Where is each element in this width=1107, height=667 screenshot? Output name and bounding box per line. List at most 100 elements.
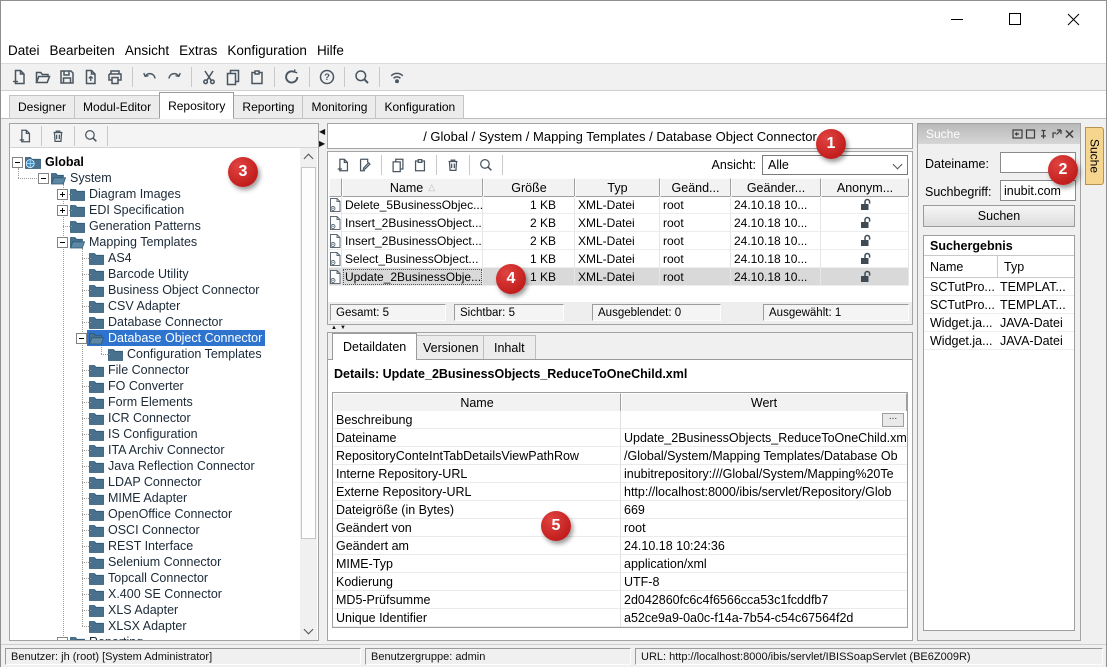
tree-item-icr-connector[interactable]: ICR Connector bbox=[10, 410, 300, 426]
scroll-down-button[interactable] bbox=[300, 623, 317, 640]
tree-item-database-connector[interactable]: Database Connector bbox=[10, 314, 300, 330]
files-edit-button[interactable] bbox=[354, 155, 376, 175]
file-row-selected[interactable]: Update_2BusinessObje... 1 KB XML-Datei r… bbox=[329, 268, 909, 286]
menu-hilfe[interactable]: Hilfe bbox=[312, 43, 349, 58]
files-paste-button[interactable] bbox=[409, 155, 431, 175]
collapse-up-icon[interactable]: ▲ bbox=[331, 325, 337, 331]
new-file-button[interactable] bbox=[7, 66, 31, 88]
details-row[interactable]: Geändert am 24.10.18 10:24:36 bbox=[333, 537, 907, 555]
side-tab-suche[interactable]: Suche bbox=[1085, 127, 1104, 185]
pin-button[interactable] bbox=[1037, 128, 1050, 140]
tab-inhalt[interactable]: Inhalt bbox=[483, 335, 536, 359]
tab-modul-editor[interactable]: Modul-Editor bbox=[74, 95, 160, 119]
menu-ansicht[interactable]: Ansicht bbox=[120, 43, 174, 58]
tree-item-openoffice-connector[interactable]: OpenOffice Connector bbox=[10, 506, 300, 522]
more-button[interactable]: ... bbox=[882, 413, 904, 427]
column-header-groesse[interactable]: Größe bbox=[483, 178, 575, 197]
tree-item-x400-se-connector[interactable]: X.400 SE Connector bbox=[10, 586, 300, 602]
details-row[interactable]: MD5-Prüfsumme 2d042860fc6c4f6566cca53c1f… bbox=[333, 591, 907, 609]
copy-button[interactable] bbox=[221, 66, 245, 88]
file-row[interactable]: Insert_2BusinessObject... 2 KB XML-Datei… bbox=[329, 214, 909, 232]
tab-detaildaten[interactable]: Detaildaten bbox=[332, 333, 417, 360]
paste-button[interactable] bbox=[245, 66, 269, 88]
tree-search-button[interactable] bbox=[80, 126, 102, 146]
column-header-name[interactable]: Name bbox=[333, 393, 621, 412]
tree-scrollbar[interactable] bbox=[300, 148, 317, 640]
column-header-anonym[interactable]: Anonym... bbox=[821, 178, 909, 197]
details-row[interactable]: Geändert von root bbox=[333, 519, 907, 537]
tree-item-is-configuration[interactable]: IS Configuration bbox=[10, 426, 300, 442]
details-row[interactable]: Dateigröße (in Bytes) 669 bbox=[333, 501, 907, 519]
menu-extras[interactable]: Extras bbox=[174, 43, 222, 58]
tree-item-edi-specification[interactable]: EDI Specification bbox=[10, 202, 300, 218]
files-copy-button[interactable] bbox=[387, 155, 409, 175]
details-row[interactable]: Unique Identifier a52ce9a9-0a0c-f14a-7b5… bbox=[333, 609, 907, 627]
tree-item-configuration-templates[interactable]: Configuration Templates bbox=[10, 346, 300, 362]
files-delete-button[interactable] bbox=[442, 155, 464, 175]
tab-versionen[interactable]: Versionen bbox=[412, 335, 490, 359]
tree-item-ita-archiv-connector[interactable]: ITA Archiv Connector bbox=[10, 442, 300, 458]
files-new-button[interactable] bbox=[332, 155, 354, 175]
tab-designer[interactable]: Designer bbox=[9, 95, 75, 119]
tree-delete-button[interactable] bbox=[47, 126, 69, 146]
float-button[interactable] bbox=[1050, 128, 1063, 140]
collapse-down-icon[interactable]: ▼ bbox=[340, 325, 346, 331]
tab-monitoring[interactable]: Monitoring bbox=[302, 95, 376, 119]
column-header-typ[interactable]: Typ bbox=[998, 256, 1074, 277]
column-header-typ[interactable]: Typ bbox=[575, 178, 660, 197]
search-result-row[interactable]: SCTutPro... TEMPLAT... bbox=[924, 278, 1074, 296]
tree-new-button[interactable] bbox=[14, 126, 36, 146]
refresh-button[interactable] bbox=[280, 66, 304, 88]
tree-item-java-reflection-connector[interactable]: Java Reflection Connector bbox=[10, 458, 300, 474]
minimize-button[interactable] bbox=[934, 1, 980, 37]
menu-konfiguration[interactable]: Konfiguration bbox=[222, 43, 312, 58]
details-row[interactable]: Externe Repository-URL http://localhost:… bbox=[333, 483, 907, 501]
file-row[interactable]: Insert_2BusinessObject... 2 KB XML-Datei… bbox=[329, 232, 909, 250]
import-button[interactable] bbox=[79, 66, 103, 88]
save-button[interactable] bbox=[55, 66, 79, 88]
tree-item-business-object-connector[interactable]: Business Object Connector bbox=[10, 282, 300, 298]
column-header-geaendert-von[interactable]: Geänd... bbox=[660, 178, 731, 197]
tab-repository[interactable]: Repository bbox=[159, 92, 234, 119]
details-row[interactable]: Beschreibung ... bbox=[333, 411, 907, 429]
dock-left-button[interactable] bbox=[1011, 128, 1024, 140]
column-header-name[interactable]: Name△ bbox=[342, 178, 483, 197]
menu-bearbeiten[interactable]: Bearbeiten bbox=[45, 43, 120, 58]
collapse-left-icon[interactable]: ◀ bbox=[319, 127, 325, 136]
undo-button[interactable] bbox=[138, 66, 162, 88]
details-row[interactable]: Kodierung UTF-8 bbox=[333, 573, 907, 591]
tree-item-as4[interactable]: AS4 bbox=[10, 250, 300, 266]
suchen-button[interactable]: Suchen bbox=[923, 205, 1075, 227]
collapse-icon[interactable] bbox=[76, 333, 87, 344]
tab-reporting[interactable]: Reporting bbox=[233, 95, 303, 119]
tree-item-mime-adapter[interactable]: MIME Adapter bbox=[10, 490, 300, 506]
details-row[interactable]: Interne Repository-URL inubitrepository:… bbox=[333, 465, 907, 483]
file-row[interactable]: Select_BusinessObject... 1 KB XML-Datei … bbox=[329, 250, 909, 268]
tree-item-diagram-images[interactable]: Diagram Images bbox=[10, 186, 300, 202]
column-header-geaendert-am[interactable]: Geänder... bbox=[731, 178, 821, 197]
details-row[interactable]: Dateiname Update_2BusinessObjects_Reduce… bbox=[333, 429, 907, 447]
tree-item-osci-connector[interactable]: OSCI Connector bbox=[10, 522, 300, 538]
column-header-wert[interactable]: Wert bbox=[621, 393, 907, 412]
expand-icon[interactable] bbox=[57, 205, 68, 216]
column-header-icon[interactable] bbox=[329, 178, 342, 197]
tree-item-ldap-connector[interactable]: LDAP Connector bbox=[10, 474, 300, 490]
search-button[interactable] bbox=[350, 66, 374, 88]
tree-item-file-connector[interactable]: File Connector bbox=[10, 362, 300, 378]
tree-item-form-elements[interactable]: Form Elements bbox=[10, 394, 300, 410]
tree-item-database-object-connector[interactable]: Database Object Connector bbox=[10, 330, 300, 346]
tree-item-reporting[interactable]: Reporting bbox=[10, 634, 300, 640]
tree-item-generation-patterns[interactable]: Generation Patterns bbox=[10, 218, 300, 234]
tree-item-mapping-templates[interactable]: Mapping Templates bbox=[10, 234, 300, 250]
collapse-icon[interactable] bbox=[57, 237, 68, 248]
tree-item-selenium-connector[interactable]: Selenium Connector bbox=[10, 554, 300, 570]
tree-item-rest-interface[interactable]: REST Interface bbox=[10, 538, 300, 554]
help-button[interactable]: ? bbox=[315, 66, 339, 88]
close-panel-button[interactable] bbox=[1063, 128, 1076, 140]
tree-item-barcode-utility[interactable]: Barcode Utility bbox=[10, 266, 300, 282]
details-row[interactable]: RepositoryConteIntTabDetailsViewPathRow … bbox=[333, 447, 907, 465]
tree-item-csv-adapter[interactable]: CSV Adapter bbox=[10, 298, 300, 314]
collapse-icon[interactable] bbox=[12, 157, 23, 168]
details-row[interactable]: MIME-Typ application/xml bbox=[333, 555, 907, 573]
scroll-up-button[interactable] bbox=[300, 148, 317, 165]
